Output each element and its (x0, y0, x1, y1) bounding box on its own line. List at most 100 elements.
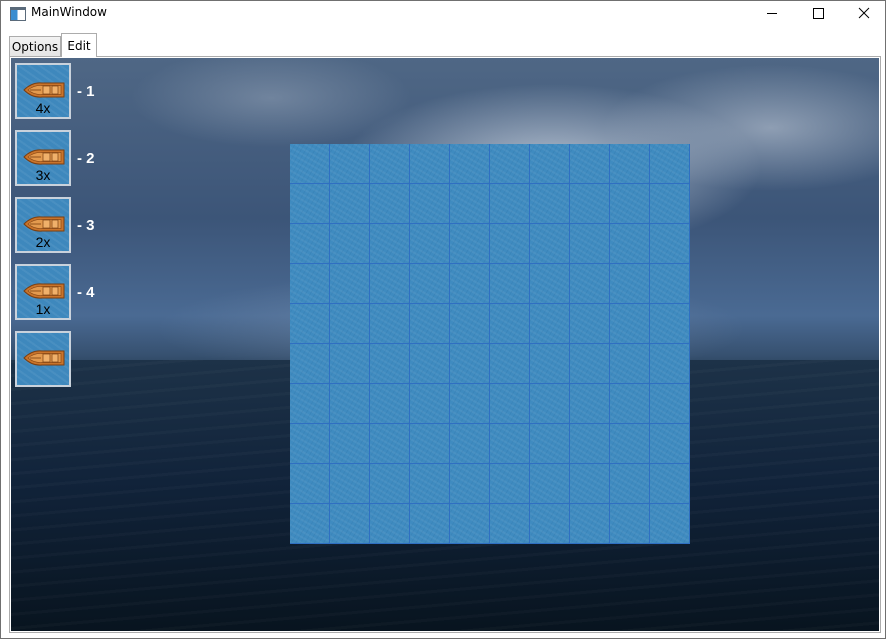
board-cell[interactable] (330, 224, 370, 264)
board-cell[interactable] (370, 264, 410, 304)
board-cell[interactable] (490, 344, 530, 384)
board-cell[interactable] (610, 504, 650, 544)
board-cell[interactable] (410, 464, 450, 504)
title-bar[interactable]: MainWindow (1, 1, 885, 31)
board-cell[interactable] (650, 184, 690, 224)
board-cell[interactable] (530, 464, 570, 504)
board-cell[interactable] (570, 464, 610, 504)
board-cell[interactable] (530, 144, 570, 184)
board-cell[interactable] (570, 304, 610, 344)
board-cell[interactable] (490, 224, 530, 264)
board-cell[interactable] (290, 504, 330, 544)
ship-tile[interactable]: 1x (15, 264, 71, 320)
board-cell[interactable] (410, 424, 450, 464)
board-cell[interactable] (370, 384, 410, 424)
board-cell[interactable] (570, 224, 610, 264)
ship-tile[interactable]: 4x (15, 63, 71, 119)
board-cell[interactable] (450, 184, 490, 224)
board-cell[interactable] (490, 424, 530, 464)
board-cell[interactable] (290, 344, 330, 384)
board-cell[interactable] (530, 504, 570, 544)
board-cell[interactable] (450, 304, 490, 344)
board-cell[interactable] (650, 224, 690, 264)
board-cell[interactable] (370, 304, 410, 344)
board-cell[interactable] (450, 264, 490, 304)
board-cell[interactable] (290, 304, 330, 344)
board-cell[interactable] (410, 304, 450, 344)
board-cell[interactable] (490, 304, 530, 344)
board-cell[interactable] (290, 464, 330, 504)
board-cell[interactable] (530, 224, 570, 264)
minimize-button[interactable] (749, 1, 795, 25)
board-cell[interactable] (450, 504, 490, 544)
board-cell[interactable] (570, 424, 610, 464)
placement-board[interactable] (290, 144, 690, 544)
board-cell[interactable] (610, 384, 650, 424)
board-cell[interactable] (610, 144, 650, 184)
board-cell[interactable] (370, 184, 410, 224)
board-cell[interactable] (610, 264, 650, 304)
board-cell[interactable] (410, 504, 450, 544)
close-button[interactable] (841, 1, 885, 25)
board-cell[interactable] (330, 504, 370, 544)
board-cell[interactable] (330, 264, 370, 304)
board-cell[interactable] (570, 384, 610, 424)
ship-tile[interactable]: 3x (15, 130, 71, 186)
board-cell[interactable] (650, 424, 690, 464)
board-cell[interactable] (650, 504, 690, 544)
board-cell[interactable] (650, 264, 690, 304)
board-cell[interactable] (610, 304, 650, 344)
board-cell[interactable] (370, 424, 410, 464)
board-cell[interactable] (330, 304, 370, 344)
board-cell[interactable] (490, 464, 530, 504)
board-cell[interactable] (290, 184, 330, 224)
board-cell[interactable] (290, 384, 330, 424)
board-cell[interactable] (610, 344, 650, 384)
ship-tile[interactable] (15, 331, 71, 387)
board-cell[interactable] (450, 224, 490, 264)
board-cell[interactable] (450, 344, 490, 384)
board-cell[interactable] (410, 184, 450, 224)
board-cell[interactable] (450, 144, 490, 184)
ship-tile[interactable]: 2x (15, 197, 71, 253)
board-cell[interactable] (490, 184, 530, 224)
board-cell[interactable] (330, 384, 370, 424)
board-cell[interactable] (610, 224, 650, 264)
tab-options[interactable]: Options (9, 36, 61, 57)
board-cell[interactable] (370, 504, 410, 544)
board-cell[interactable] (570, 184, 610, 224)
board-cell[interactable] (370, 464, 410, 504)
board-cell[interactable] (290, 424, 330, 464)
board-cell[interactable] (530, 184, 570, 224)
board-cell[interactable] (570, 504, 610, 544)
board-cell[interactable] (650, 304, 690, 344)
board-cell[interactable] (530, 384, 570, 424)
board-cell[interactable] (530, 264, 570, 304)
board-cell[interactable] (290, 264, 330, 304)
board-cell[interactable] (330, 184, 370, 224)
board-cell[interactable] (650, 384, 690, 424)
board-cell[interactable] (530, 304, 570, 344)
board-cell[interactable] (610, 464, 650, 504)
board-cell[interactable] (410, 144, 450, 184)
board-cell[interactable] (290, 144, 330, 184)
board-cell[interactable] (610, 184, 650, 224)
tab-edit[interactable]: Edit (61, 33, 97, 57)
board-cell[interactable] (330, 464, 370, 504)
board-cell[interactable] (490, 384, 530, 424)
board-cell[interactable] (650, 344, 690, 384)
board-cell[interactable] (290, 224, 330, 264)
board-cell[interactable] (570, 144, 610, 184)
board-cell[interactable] (490, 144, 530, 184)
board-cell[interactable] (530, 424, 570, 464)
board-cell[interactable] (370, 144, 410, 184)
board-cell[interactable] (450, 464, 490, 504)
board-cell[interactable] (570, 264, 610, 304)
board-cell[interactable] (330, 144, 370, 184)
board-cell[interactable] (570, 344, 610, 384)
board-cell[interactable] (330, 424, 370, 464)
board-cell[interactable] (650, 464, 690, 504)
board-cell[interactable] (410, 264, 450, 304)
board-cell[interactable] (410, 224, 450, 264)
board-cell[interactable] (450, 424, 490, 464)
